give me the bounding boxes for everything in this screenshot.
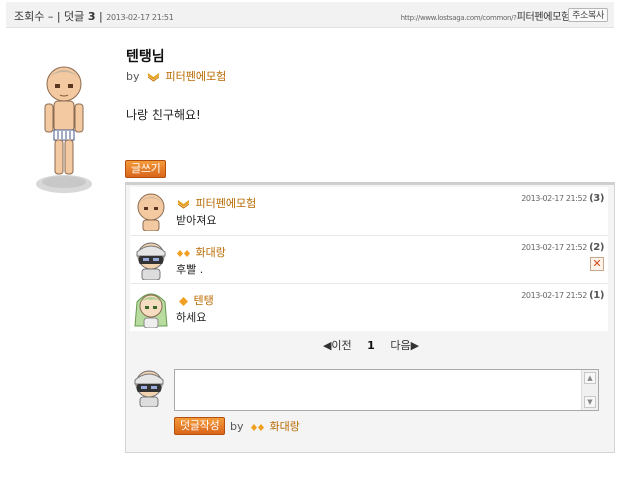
comment-number: (1) [589,290,604,301]
by-label: by [230,420,244,433]
comment-number: (3) [589,193,604,204]
comment-meta: 2013-02-17 21:52 (3) [521,193,604,204]
comment-text: 받아져요 [176,214,217,227]
by-label: by [126,70,140,83]
commenter-avatar [134,293,168,328]
comment-text: 하세요 [176,311,207,324]
scroll-down-icon[interactable]: ▼ [584,396,596,408]
rank-diamond-icon [179,296,188,306]
reply-scrollbar[interactable]: ▲ ▼ [581,370,598,410]
copy-address-button[interactable]: 주소복사 [568,8,608,22]
rank-diamond-icon [177,249,190,257]
post-title: 텐탱님 [126,49,165,65]
comments-panel: 피터펜에모험 받아져요 2013-02-17 21:52 (3) 화대랑 후빨 … [125,182,615,453]
comment-author-link[interactable]: 화대랑 [196,246,226,259]
comment-date: 2013-02-17 21:52 [521,194,587,203]
post-date: 2013-02-17 21:51 [106,13,174,22]
commenter-avatar [137,193,165,231]
submit-comment-button[interactable]: 덧글작성 [174,417,226,435]
post-meta: 조회수 – | 덧글 3 | 2013-02-17 21:51 [14,10,174,23]
comment-item: 텐탱 하세요 2013-02-17 21:52 (1) [130,283,608,331]
rank-chevron-icon [147,73,160,82]
post-byline: by 피터펜에모험 [126,68,226,84]
scroll-up-icon[interactable]: ▲ [584,372,596,384]
views-label: 조회수 – [14,10,54,23]
rank-diamond-icon [251,423,264,431]
comment-header: 화대랑 [177,244,226,260]
next-page-link[interactable]: 다음▶ [390,337,419,353]
comment-author-link[interactable]: 피터펜에모험 [196,197,257,210]
comment-author-link[interactable]: 텐탱 [194,294,214,307]
comments-label: | 덧글 [56,10,85,23]
comment-item: 화대랑 후빨 . 2013-02-17 21:52 (2) ✕ [130,235,608,283]
comment-header: 피터펜에모험 [177,195,256,211]
comment-text: 후빨 . [176,263,204,276]
comment-list: 피터펜에모험 받아져요 2013-02-17 21:52 (3) 화대랑 후빨 … [130,187,608,331]
write-post-button[interactable]: 글쓰기 [125,160,167,178]
post-body: 나랑 친구해요! [126,108,201,122]
post-url-text: http://www.lostsaga.com/common/? [400,14,517,22]
prev-page-link[interactable]: ◀이전 [323,337,352,353]
post-author-link[interactable]: 피터펜에모험 [166,70,227,83]
reply-avatar [134,370,164,407]
commenter-avatar [136,242,166,280]
comment-number: (2) [589,242,604,253]
post-header-bar: 조회수 – | 덧글 3 | 2013-02-17 21:51 http://w… [6,2,614,28]
reply-byline: by 화대랑 [230,418,300,434]
reply-textarea[interactable]: ▲ ▼ [174,369,599,411]
comment-pagination: ◀이전 1 다음▶ [126,337,616,353]
delete-icon[interactable]: ✕ [590,257,604,271]
reply-author-name: 화대랑 [269,420,300,433]
post-url-author: 피터펜에모험 [516,12,571,23]
comment-count: 3 [87,10,96,23]
comment-header: 텐탱 [177,292,214,308]
author-avatar [36,66,92,193]
comment-meta: 2013-02-17 21:52 (1) [521,290,604,301]
current-page[interactable]: 1 [367,339,375,352]
rank-chevron-icon [177,200,190,209]
comment-date: 2013-02-17 21:52 [521,291,587,300]
comment-date: 2013-02-17 21:52 [521,243,587,252]
post-url: http://www.lostsaga.com/common/?피터펜에모험 [400,8,571,23]
comment-meta: 2013-02-17 21:52 (2) [521,242,604,253]
comment-item: 피터펜에모험 받아져요 2013-02-17 21:52 (3) [130,187,608,235]
